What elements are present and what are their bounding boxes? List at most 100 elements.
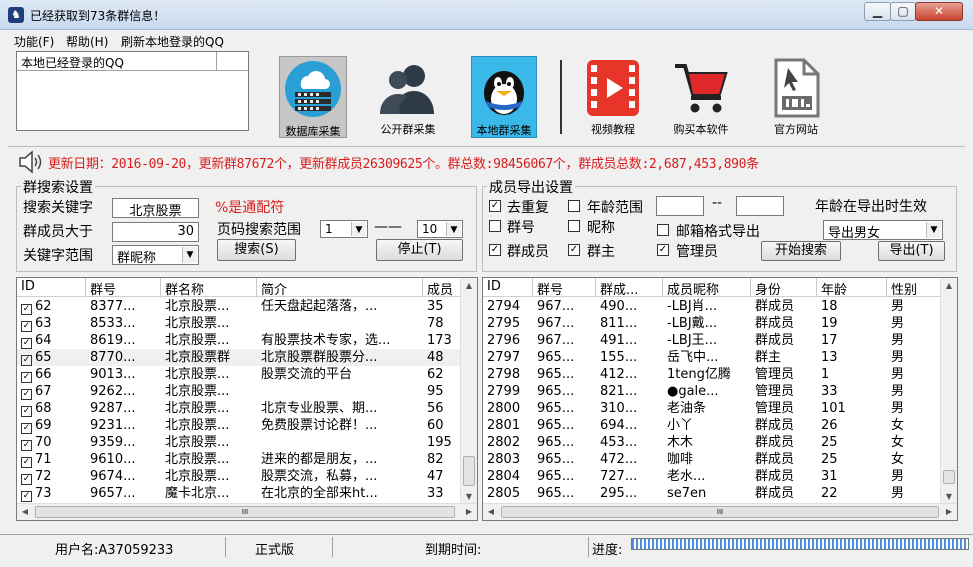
row-checkbox[interactable]: ✓ — [21, 338, 32, 349]
table-row[interactable]: ✓ 62 8377... 北京股票... 任天盘起起落落，... 35 — [17, 298, 462, 315]
minimize-button[interactable]: ▁ — [864, 2, 891, 21]
members-table[interactable]: ID 群号 群成... 成员昵称 身份 年龄 性别 2794 967... 490.… — [482, 277, 958, 521]
menu-refresh-qq[interactable]: 刷新本地登录的QQ — [121, 33, 224, 50]
table-row[interactable]: ✓ 63 8533... 北京股票... 78 — [17, 315, 462, 332]
row-checkbox[interactable]: ✓ — [21, 304, 32, 315]
email-format-checkbox[interactable] — [657, 224, 669, 236]
table-row[interactable]: 2795 967... 811... -LBJ戴... 群成员 19 男 — [483, 315, 942, 332]
stop-button[interactable]: 停止(T) — [376, 239, 463, 261]
row-checkbox[interactable]: ✓ — [21, 406, 32, 417]
maximize-button[interactable]: ▢ — [890, 2, 916, 21]
public-group-collect-button[interactable]: 公开群采集 — [372, 56, 444, 138]
page-to-select[interactable]: 10 ▼ — [417, 220, 463, 238]
scroll-up-arrow[interactable]: ▲ — [461, 278, 477, 294]
scroll-left-arrow[interactable]: ◀ — [17, 504, 33, 520]
table-row[interactable]: ✓ 64 8619... 北京股票... 有股票技术专家，选... 173 — [17, 332, 462, 349]
row-checkbox[interactable]: ✓ — [21, 474, 32, 485]
table-row[interactable]: 2801 965... 694... 小丫 群成员 26 女 — [483, 417, 942, 434]
menu-function[interactable]: 功能(F) — [14, 33, 54, 50]
table-row[interactable]: ✓ 66 9013... 北京股票... 股票交流的平台 62 — [17, 366, 462, 383]
table-row[interactable]: ✓ 67 9262... 北京股票... 95 — [17, 383, 462, 400]
scroll-up-arrow[interactable]: ▲ — [941, 278, 957, 294]
col-header-id[interactable]: ID — [483, 278, 533, 297]
hscroll-thumb[interactable]: III — [35, 506, 455, 518]
row-checkbox[interactable]: ✓ — [21, 389, 32, 400]
scroll-right-arrow[interactable]: ▶ — [461, 504, 477, 520]
table-row[interactable]: ✓ 68 9287... 北京股票... 北京专业股票、期... 56 — [17, 400, 462, 417]
admin-checkbox[interactable]: ✓ — [657, 244, 669, 256]
table-row[interactable]: ✓ 65 8770... 北京股票群 北京股票群股票分... 48 — [17, 349, 462, 366]
table-row[interactable]: 2804 965... 727... 老水... 群成员 31 男 — [483, 468, 942, 485]
dedupe-checkbox[interactable]: ✓ — [489, 200, 501, 212]
official-website-button[interactable]: 官方网站 — [760, 56, 832, 138]
row-checkbox[interactable]: ✓ — [21, 372, 32, 383]
start-search-button[interactable]: 开始搜索 — [761, 241, 841, 261]
page-from-select[interactable]: 1 ▼ — [320, 220, 368, 238]
col-header-group-name[interactable]: 群名称 — [161, 278, 257, 297]
buy-software-button[interactable]: 购买本软件 — [665, 56, 737, 138]
scroll-thumb[interactable] — [463, 456, 475, 486]
age-to-input[interactable] — [736, 196, 784, 216]
search-button[interactable]: 搜索(S) — [217, 239, 296, 261]
table-row[interactable]: ✓ 73 9657... 魔卡北京... 在北京的全部来ht... 33 — [17, 485, 462, 502]
col-header-intro[interactable]: 简介 — [257, 278, 423, 297]
row-checkbox[interactable]: ✓ — [21, 321, 32, 332]
col-header-group-no[interactable]: 群号 — [86, 278, 161, 297]
local-group-collect-button[interactable]: 本地群采集 — [471, 56, 537, 138]
scroll-right-arrow[interactable]: ▶ — [941, 504, 957, 520]
cell-member-qq: 155... — [600, 350, 638, 365]
col-header-group-no[interactable]: 群号 — [533, 278, 596, 297]
owner-checkbox[interactable]: ✓ — [568, 244, 580, 256]
members-hscrollbar[interactable]: ◀ III ▶ — [483, 503, 957, 520]
groups-vscrollbar[interactable]: ▲ ▼ — [460, 278, 477, 505]
table-row[interactable]: 2799 965... 821... ●gale... 管理员 33 男 — [483, 383, 942, 400]
col-header-members[interactable]: 成员 — [423, 278, 463, 297]
table-row[interactable]: 2802 965... 453... 木木 群成员 25 女 — [483, 434, 942, 451]
keyword-input[interactable]: 北京股票 — [112, 198, 199, 219]
video-tutorial-button[interactable]: 视频教程 — [580, 56, 646, 138]
keyword-scope-select[interactable]: 群昵称 ▼ — [112, 245, 199, 266]
scroll-left-arrow[interactable]: ◀ — [483, 504, 499, 520]
email-format-label: 邮箱格式导出 — [676, 224, 760, 240]
close-button[interactable]: ✕ — [915, 2, 963, 21]
nickname-checkbox[interactable] — [568, 220, 580, 232]
table-row[interactable]: ✓ 70 9359... 北京股票... 195 — [17, 434, 462, 451]
col-header-gender[interactable]: 性别 — [887, 278, 943, 297]
table-row[interactable]: 2797 965... 155... 岳飞中... 群主 13 男 — [483, 349, 942, 366]
table-row[interactable]: 2805 965... 295... se7en 群成员 22 男 — [483, 485, 942, 502]
menu-help[interactable]: 帮助(H) — [66, 33, 108, 50]
group-no-checkbox[interactable] — [489, 220, 501, 232]
row-checkbox[interactable]: ✓ — [21, 355, 32, 366]
col-header-role[interactable]: 身份 — [751, 278, 817, 297]
row-checkbox[interactable]: ✓ — [21, 440, 32, 451]
hscroll-thumb[interactable]: III — [501, 506, 939, 518]
groups-table[interactable]: ID 群号 群名称 简介 成员 ✓ 62 8377... 北京股票... 任天盘起起落落… — [16, 277, 478, 521]
col-header-nickname[interactable]: 成员昵称 — [663, 278, 751, 297]
table-row[interactable]: ✓ 69 9231... 北京股票... 免费股票讨论群！... 60 — [17, 417, 462, 434]
members-min-input[interactable]: 30 — [112, 222, 199, 242]
table-row[interactable]: 2803 965... 472... 咖啡 群成员 25 女 — [483, 451, 942, 468]
row-checkbox[interactable]: ✓ — [21, 491, 32, 502]
table-row[interactable]: 2794 967... 490... -LBJ肖... 群成员 18 男 — [483, 298, 942, 315]
table-row[interactable]: 2800 965... 310... 老油条 管理员 101 男 — [483, 400, 942, 417]
local-qq-list[interactable]: 本地已经登录的QQ — [16, 51, 249, 131]
age-from-input[interactable] — [656, 196, 704, 216]
members-vscrollbar[interactable]: ▲ ▼ — [940, 278, 957, 505]
col-header-id[interactable]: ID — [17, 278, 86, 297]
export-button[interactable]: 导出(T) — [878, 241, 945, 261]
scroll-thumb[interactable] — [943, 470, 955, 484]
table-row[interactable]: ✓ 72 9674... 北京股票... 股票交流，私募，... 47 — [17, 468, 462, 485]
groups-hscrollbar[interactable]: ◀ III ▶ — [17, 503, 477, 520]
row-checkbox[interactable]: ✓ — [21, 457, 32, 468]
col-header-member-qq[interactable]: 群成... — [596, 278, 663, 297]
table-row[interactable]: 2798 965... 412... 1teng亿腾 管理员 1 男 — [483, 366, 942, 383]
age-range-checkbox[interactable] — [568, 200, 580, 212]
table-row[interactable]: ✓ 71 9610... 北京股票... 进来的都是朋友，... 82 — [17, 451, 462, 468]
gender-export-select[interactable]: 导出男女 ▼ — [823, 220, 943, 241]
col-header-age[interactable]: 年龄 — [817, 278, 887, 297]
cell-text: 60 — [427, 418, 444, 433]
members-checkbox[interactable]: ✓ — [489, 244, 501, 256]
database-collect-button[interactable]: 数据库采集 — [279, 56, 347, 138]
row-checkbox[interactable]: ✓ — [21, 423, 32, 434]
table-row[interactable]: 2796 967... 491... -LBJ王... 群成员 17 男 — [483, 332, 942, 349]
